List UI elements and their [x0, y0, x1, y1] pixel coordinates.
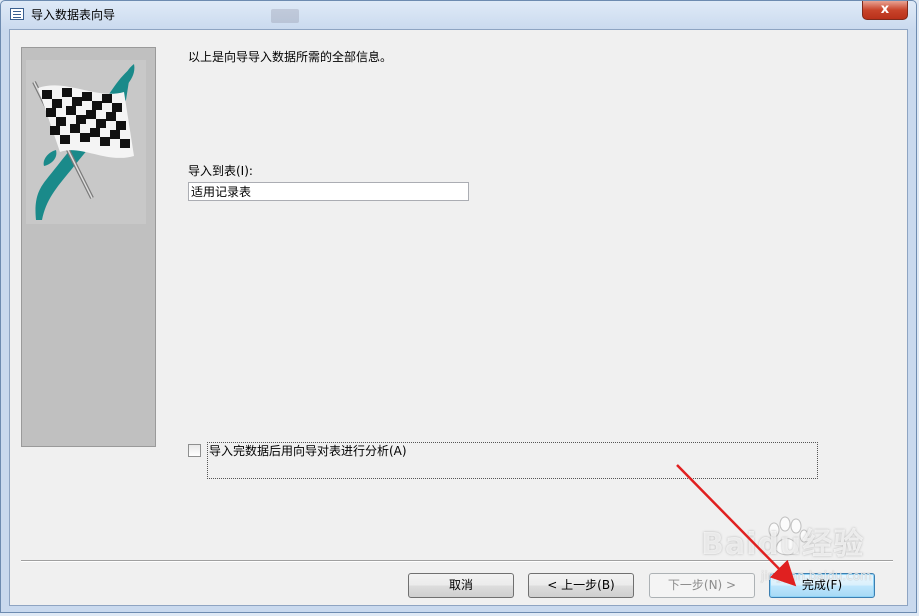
- import-table-input[interactable]: [188, 182, 469, 201]
- next-button[interactable]: 下一步(N) >: [649, 573, 755, 598]
- title-ghost-block: [271, 9, 299, 23]
- wizard-info-text: 以上是向导导入数据所需的全部信息。: [188, 50, 393, 64]
- analyze-checkbox-label[interactable]: 导入完数据后用向导对表进行分析(A): [209, 442, 407, 459]
- title-bar[interactable]: 导入数据表向导 x: [1, 1, 916, 29]
- baidu-watermark: Baidu经验: [701, 527, 865, 562]
- cancel-button[interactable]: 取消: [408, 573, 514, 598]
- close-button[interactable]: x: [862, 1, 908, 20]
- import-table-label: 导入到表(I):: [188, 164, 253, 178]
- wizard-side-panel: [21, 47, 156, 447]
- checkered-flag-icon: [26, 60, 146, 224]
- back-button[interactable]: < 上一步(B): [528, 573, 634, 598]
- window-title: 导入数据表向导: [31, 8, 116, 22]
- wizard-window: 导入数据表向导 x 以上是向导导入数据所需的全部信息。 导入到表(I): 适用记…: [0, 0, 917, 613]
- baidu-watermark-url: jingyan.baidu.com: [761, 569, 872, 583]
- analyze-checkbox[interactable]: [188, 444, 201, 457]
- table-icon: [10, 8, 24, 20]
